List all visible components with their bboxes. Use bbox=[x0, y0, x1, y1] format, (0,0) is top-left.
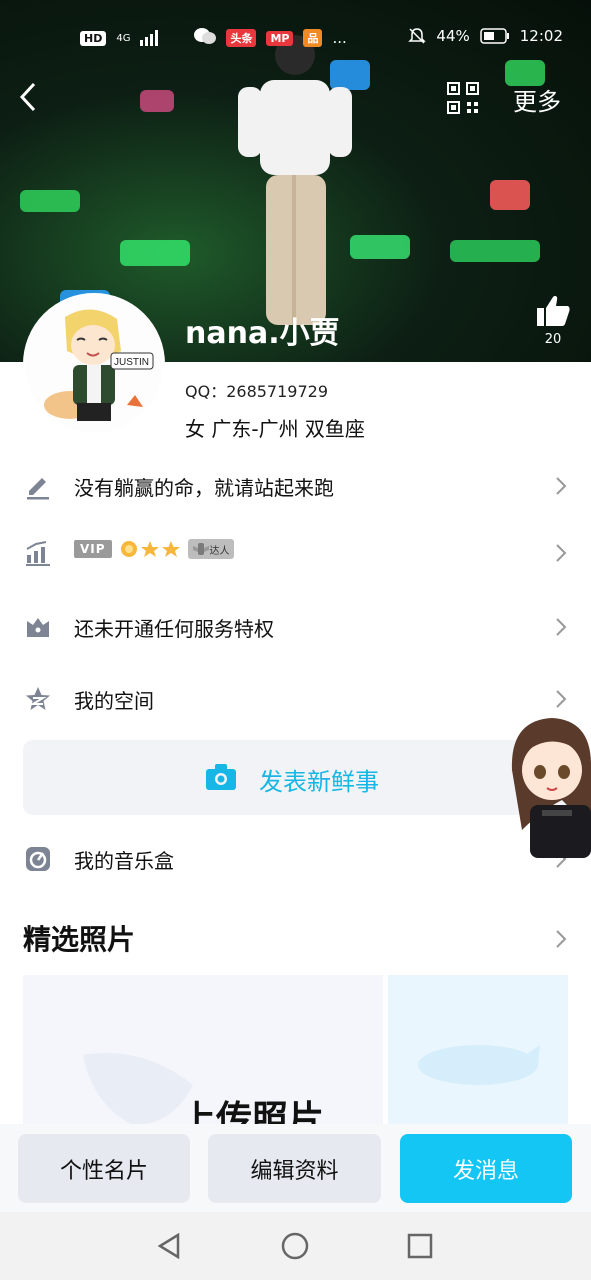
qq-label: QQ： bbox=[185, 382, 227, 401]
signal-icon bbox=[140, 30, 159, 46]
expert-label: 达人 bbox=[209, 545, 230, 557]
status-left: HD 4G 头条 MP 品 ... bbox=[80, 27, 347, 49]
edit-profile-button[interactable]: 编辑资料 bbox=[208, 1134, 381, 1203]
service-text: 还未开通任何服务特权 bbox=[74, 616, 274, 641]
decor-light bbox=[20, 190, 80, 212]
profile-info: 女 广东-广州 双鱼座 bbox=[185, 417, 365, 441]
avatar-cartoon: JUSTIN bbox=[25, 295, 163, 433]
hd-badge: HD bbox=[80, 30, 107, 46]
send-message-button[interactable]: 发消息 bbox=[400, 1134, 572, 1203]
battery-percent: 44% bbox=[436, 27, 470, 45]
thumbs-up-icon bbox=[537, 296, 570, 326]
app-icon: 品 bbox=[303, 29, 323, 47]
more-notifications: ... bbox=[332, 29, 347, 47]
qr-code-icon[interactable] bbox=[447, 82, 479, 114]
camera-icon bbox=[206, 764, 236, 790]
space-text: 我的空间 bbox=[74, 688, 154, 713]
music-text: 我的音乐盒 bbox=[74, 848, 174, 873]
bottom-action-bar: 个性名片 编辑资料 发消息 bbox=[0, 1124, 591, 1212]
status-bar: HD 4G 头条 MP 品 ... 44% 12:02 bbox=[0, 0, 591, 72]
photo-placeholder-right[interactable] bbox=[388, 975, 568, 1125]
pencil-icon bbox=[27, 478, 49, 500]
chevron-right-icon bbox=[556, 618, 567, 636]
section-title-photos: 精选照片 bbox=[23, 923, 136, 956]
status-right: 44% 12:02 bbox=[408, 27, 563, 45]
decor-shape bbox=[418, 1045, 540, 1085]
level-chart-icon bbox=[26, 541, 50, 566]
system-nav-bar bbox=[0, 1212, 591, 1280]
service-row[interactable]: 还未开通任何服务特权 bbox=[0, 597, 591, 657]
clock: 12:02 bbox=[519, 27, 563, 45]
battery-icon bbox=[480, 28, 509, 44]
crown-icon bbox=[27, 618, 49, 637]
like-count: 20 bbox=[544, 332, 562, 347]
level-stars-icon bbox=[120, 541, 180, 557]
nickname: nana.小贾 bbox=[185, 316, 340, 351]
profile-card-button[interactable]: 个性名片 bbox=[18, 1134, 190, 1203]
chevron-right-icon bbox=[556, 690, 567, 708]
expert-badge: 达人 bbox=[187, 539, 234, 559]
wechat-icon bbox=[194, 27, 217, 49]
back-icon[interactable] bbox=[14, 80, 44, 114]
post-new-label: 发表新鲜事 bbox=[259, 768, 379, 796]
like-button[interactable]: 20 bbox=[534, 294, 572, 350]
decor-light bbox=[120, 240, 190, 266]
nav-back-icon[interactable] bbox=[156, 1232, 182, 1260]
nav-recents-icon[interactable] bbox=[407, 1233, 433, 1259]
post-new-button[interactable]: 发表新鲜事 bbox=[23, 740, 568, 815]
performer-figure bbox=[238, 35, 352, 325]
star-space-icon bbox=[26, 687, 50, 710]
avatar[interactable]: JUSTIN bbox=[23, 293, 165, 435]
decor-light bbox=[450, 240, 540, 262]
more-button[interactable]: 更多 bbox=[513, 82, 561, 117]
vip-badge: VIP bbox=[74, 540, 112, 558]
mute-icon bbox=[408, 28, 427, 44]
wing-icon bbox=[192, 543, 209, 555]
qq-number[interactable]: 2685719729 bbox=[226, 382, 328, 401]
toutiao-badge: 头条 bbox=[226, 29, 257, 47]
decor-light bbox=[490, 180, 530, 210]
network-type: 4G bbox=[116, 32, 131, 44]
vip-badges: VIP 达人 bbox=[74, 539, 234, 559]
signature-row[interactable]: 没有躺赢的命，就请站起来跑 bbox=[0, 456, 591, 516]
chevron-right-icon[interactable] bbox=[552, 927, 570, 951]
qq-line: QQ：2685719729 bbox=[185, 378, 328, 402]
mp-badge: MP bbox=[266, 30, 294, 46]
nav-home-icon[interactable] bbox=[281, 1232, 309, 1260]
chevron-right-icon bbox=[556, 477, 567, 495]
decor-light bbox=[140, 90, 174, 112]
floating-mascot[interactable] bbox=[502, 710, 591, 858]
music-box-icon bbox=[26, 847, 50, 871]
chevron-right-icon bbox=[556, 544, 567, 562]
avatar-text: JUSTIN bbox=[114, 357, 149, 368]
signature-text: 没有躺赢的命，就请站起来跑 bbox=[74, 475, 334, 500]
